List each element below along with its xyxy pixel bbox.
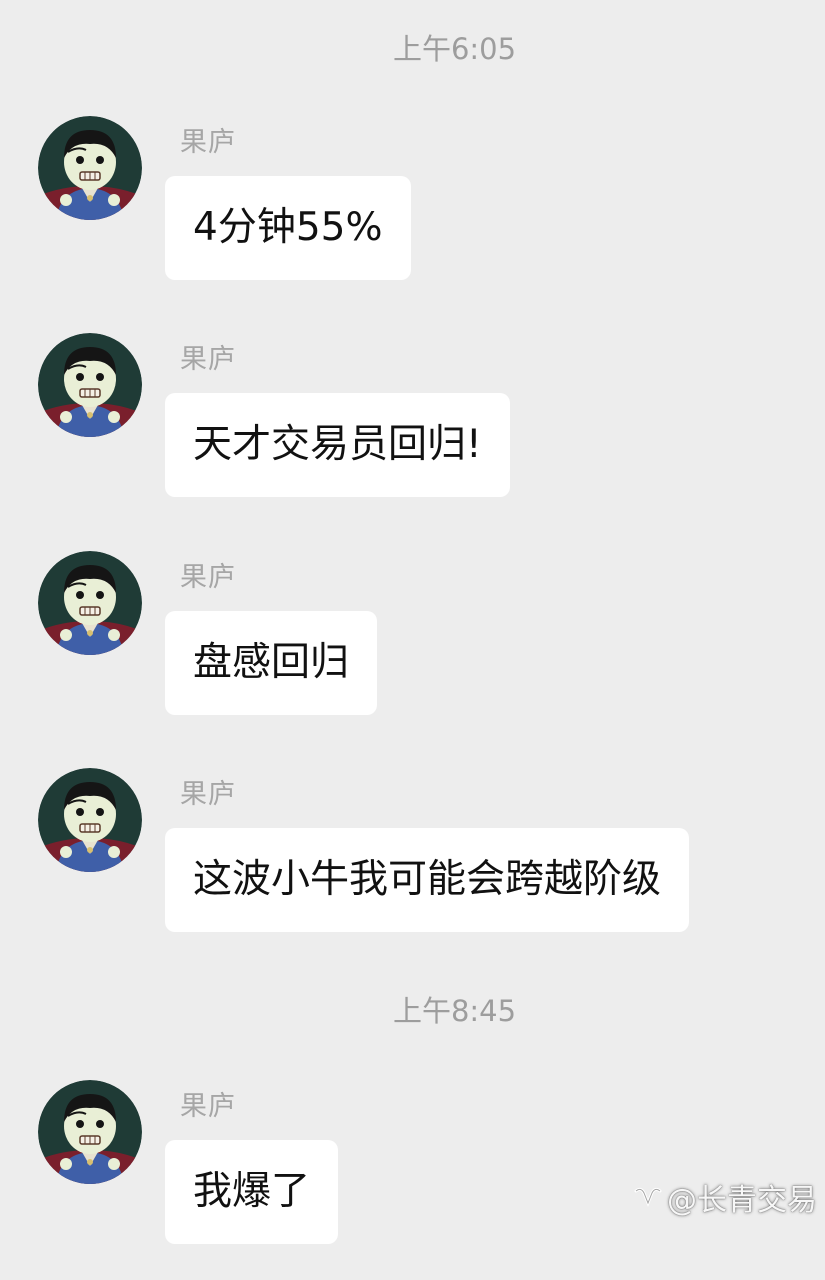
avatar-icon: [38, 1080, 142, 1184]
avatar[interactable]: [38, 333, 142, 437]
message-bubble[interactable]: 我爆了: [165, 1140, 339, 1244]
avatar-icon: [38, 768, 142, 872]
sender-name: 果庐: [180, 779, 236, 810]
message-bubble[interactable]: 天才交易员回归!: [165, 393, 510, 497]
avatar-icon: [38, 116, 142, 220]
wechat-channel-icon: [633, 1184, 663, 1219]
message-bubble[interactable]: 盘感回归: [165, 611, 378, 715]
message-bubble[interactable]: 4分钟55%: [165, 176, 411, 280]
avatar[interactable]: [38, 1080, 142, 1184]
avatar[interactable]: [38, 551, 142, 655]
avatar[interactable]: [38, 116, 142, 220]
message-row: 果庐 4分钟55%: [0, 116, 825, 316]
message-row: 果庐 天才交易员回归!: [0, 333, 825, 533]
avatar-icon: [38, 551, 142, 655]
message-bubble[interactable]: 这波小牛我可能会跨越阶级: [165, 828, 690, 932]
timestamp: 上午8:45: [392, 994, 517, 1028]
sender-name: 果庐: [180, 562, 236, 593]
avatar[interactable]: [38, 768, 142, 872]
sender-name: 果庐: [180, 344, 236, 375]
sender-name: 果庐: [180, 1091, 236, 1122]
sender-name: 果庐: [180, 127, 236, 158]
chat-view: 上午6:05 果庐 4分钟55% 果庐 天才交易员回归! 果庐 盘感回归 果庐 …: [0, 0, 825, 1245]
message-row: 果庐 盘感回归: [0, 551, 825, 751]
timestamp: 上午6:05: [392, 32, 517, 66]
watermark-text: @长青交易: [667, 1183, 817, 1218]
watermark: @长青交易: [633, 1175, 817, 1219]
message-row: 果庐 这波小牛我可能会跨越阶级: [0, 768, 825, 968]
avatar-icon: [38, 333, 142, 437]
